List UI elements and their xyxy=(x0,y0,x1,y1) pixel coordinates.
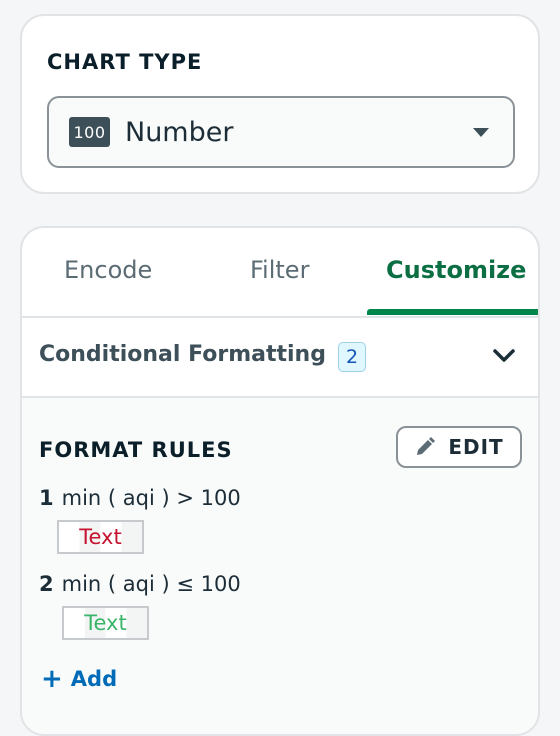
rule-style-preview: Text xyxy=(57,520,144,554)
chart-type-select[interactable]: 100 Number xyxy=(47,96,515,168)
chart-type-heading: CHART TYPE xyxy=(47,50,203,74)
rule-condition: min ( aqi ) > 100 xyxy=(61,486,241,510)
rule-count-badge: 2 xyxy=(338,342,366,372)
edit-label: EDIT xyxy=(448,435,504,459)
add-label: Add xyxy=(70,667,118,691)
format-rules-section: FORMAT RULES EDIT 1 min ( aqi ) > 100 Tex… xyxy=(22,398,538,734)
rule-style-preview: Text xyxy=(62,606,149,640)
edit-rules-button[interactable]: EDIT xyxy=(396,426,522,468)
encoding-panel: Encode Filter Customize Conditional Form… xyxy=(20,226,540,736)
chart-type-card: CHART TYPE 100 Number xyxy=(20,14,540,194)
caret-down-icon xyxy=(473,128,489,137)
chevron-down-icon[interactable] xyxy=(492,348,516,364)
number-chart-icon: 100 xyxy=(69,117,110,147)
add-rule-button[interactable]: + Add xyxy=(41,666,117,692)
conditional-formatting-title: Conditional Formatting xyxy=(39,342,326,367)
chart-type-value: Number xyxy=(125,116,234,148)
format-rules-heading: FORMAT RULES xyxy=(39,438,233,462)
tab-bar: Encode Filter Customize xyxy=(22,228,538,318)
active-tab-indicator xyxy=(367,309,538,315)
pencil-icon xyxy=(417,437,436,455)
rule-index: 1 xyxy=(39,486,54,510)
conditional-formatting-header[interactable]: Conditional Formatting 2 xyxy=(22,318,538,398)
rule-condition: min ( aqi ) ≤ 100 xyxy=(61,572,241,596)
format-rule: 2 min ( aqi ) ≤ 100 xyxy=(39,572,241,596)
rule-index: 2 xyxy=(39,572,54,596)
tab-customize[interactable]: Customize xyxy=(386,256,526,284)
tab-encode[interactable]: Encode xyxy=(64,256,152,284)
plus-icon: + xyxy=(41,664,63,694)
format-rule: 1 min ( aqi ) > 100 xyxy=(39,486,241,510)
tab-filter[interactable]: Filter xyxy=(250,256,309,284)
